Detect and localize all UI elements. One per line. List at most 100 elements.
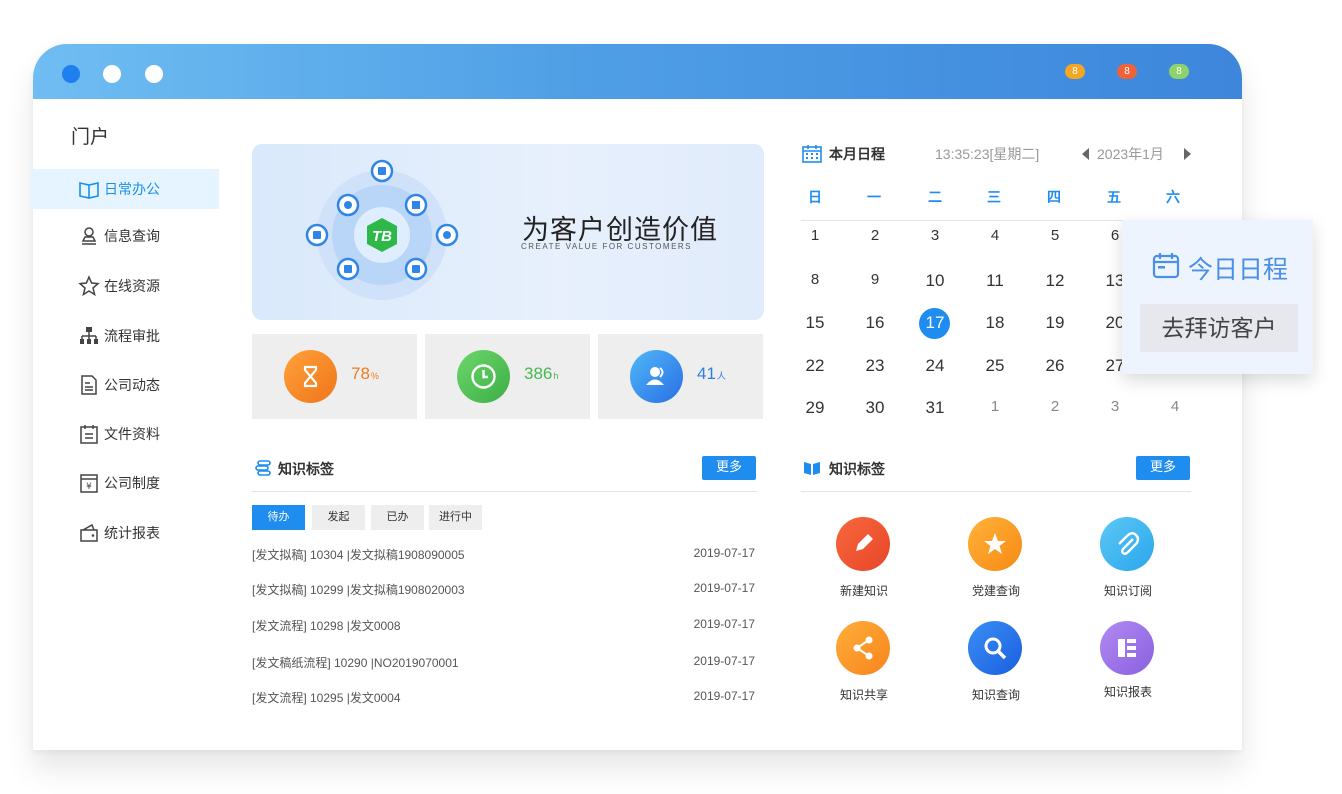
calendar-day[interactable]: 10	[915, 271, 955, 291]
list-item[interactable]: [发文稿纸流程] 10290 |NO2019070001 2019-07-17	[252, 654, 755, 671]
stat-unit: h	[553, 371, 559, 381]
notification-badge-orange[interactable]: 8	[1065, 64, 1085, 79]
divider	[801, 491, 1191, 492]
app-label: 知识查询	[971, 688, 1020, 702]
app-party-query[interactable]: 党建查询	[941, 517, 1051, 607]
app-knowledge-share[interactable]: 知识共享	[809, 621, 919, 711]
app-knowledge-subscribe[interactable]: 知识订阅	[1073, 517, 1183, 607]
sidebar-item-label: 文件资料	[104, 426, 160, 442]
sidebar-item-file-materials[interactable]: 文件资料	[30, 414, 219, 454]
notification-badge-red[interactable]: 8	[1117, 64, 1137, 79]
calendar-day[interactable]: 1	[795, 227, 835, 244]
calendar-day-next-month[interactable]: 1	[975, 398, 1015, 415]
app-knowledge-report[interactable]: 知识报表	[1073, 621, 1183, 711]
stat-unit: %	[370, 371, 379, 381]
window-dot-blue[interactable]	[62, 65, 80, 83]
star-icon	[78, 275, 100, 297]
wallet-icon	[80, 523, 98, 542]
sidebar-item-label: 公司制度	[104, 475, 160, 491]
paperclip-icon	[1100, 517, 1154, 571]
calendar-current-time: 13:35:23[星期二]	[935, 146, 1040, 162]
search-icon	[968, 621, 1022, 675]
sidebar-item-daily-office[interactable]: 日常办公	[30, 169, 219, 209]
sidebar-item-label: 公司动态	[104, 377, 160, 393]
calendar-day[interactable]: 22	[795, 356, 835, 376]
knowledge-list-more-button[interactable]: 更多	[702, 456, 756, 480]
tab-done[interactable]: 已办	[371, 505, 424, 530]
calendar-day[interactable]: 25	[975, 356, 1015, 376]
users-icon	[630, 350, 683, 403]
calendar-day[interactable]: 26	[1035, 356, 1075, 376]
pencil-icon	[836, 517, 890, 571]
calendar-day[interactable]: 15	[795, 313, 835, 333]
calendar-day[interactable]: 19	[1035, 313, 1075, 333]
list-item[interactable]: [发文拟稿] 10299 |发文拟稿1908020003 2019-07-17	[252, 581, 755, 598]
knowledge-apps-more-button[interactable]: 更多	[1136, 456, 1190, 480]
calendar-day[interactable]: 12	[1035, 271, 1075, 291]
next-month-icon[interactable]	[1182, 148, 1192, 160]
list-item[interactable]: [发文拟稿] 10304 |发文拟稿1908090005 2019-07-17	[252, 546, 755, 563]
sidebar-item-online-resources[interactable]: 在线资源	[30, 266, 219, 306]
calendar-day[interactable]: 29	[795, 398, 835, 418]
calendar-day[interactable]: 2	[855, 227, 895, 244]
calendar-day[interactable]: 30	[855, 398, 895, 418]
calendar-day[interactable]: 4	[975, 227, 1015, 244]
calendar-day[interactable]: 8	[795, 271, 835, 288]
app-label: 知识报表	[1103, 685, 1152, 699]
stat-card-hours[interactable]: 386h	[425, 334, 590, 419]
calendar-icon	[802, 145, 822, 163]
orbit-illustration: TB	[305, 159, 459, 300]
book-icon	[79, 182, 99, 199]
sidebar-item-company-news[interactable]: 公司动态	[30, 365, 219, 405]
tab-initiated[interactable]: 发起	[312, 505, 365, 530]
calendar-day[interactable]: 23	[855, 356, 895, 376]
sidebar-item-statistics[interactable]: 统计报表	[30, 513, 219, 553]
folder-list-icon	[80, 425, 98, 444]
list-item[interactable]: [发文流程] 10295 |发文0004 2019-07-17	[252, 689, 755, 706]
calendar-day-next-month[interactable]: 2	[1035, 398, 1075, 415]
today-schedule-popup[interactable]: 今日日程 去拜访客户	[1122, 220, 1313, 374]
window-dot-white[interactable]	[103, 65, 121, 83]
calendar-day-next-month[interactable]: 3	[1095, 398, 1135, 415]
yen-ledger-icon: ¥	[80, 474, 98, 493]
window-dot-white-2[interactable]	[145, 65, 163, 83]
list-section-icon	[255, 460, 271, 476]
sidebar-item-info-query[interactable]: 信息查询	[30, 216, 219, 256]
weekday-header: 二	[928, 189, 942, 205]
sidebar-item-approval[interactable]: 流程审批	[30, 316, 219, 356]
calendar-day[interactable]: 18	[975, 313, 1015, 333]
sidebar-item-label: 统计报表	[104, 525, 160, 541]
stat-card-progress[interactable]: 78%	[252, 334, 417, 419]
tb-logo-text: TB	[372, 228, 392, 245]
list-item[interactable]: [发文流程] 10298 |发文0008 2019-07-17	[252, 617, 755, 634]
sidebar-item-label: 在线资源	[104, 278, 160, 294]
calendar-day-next-month[interactable]: 4	[1155, 398, 1195, 415]
app-new-knowledge[interactable]: 新建知识	[809, 517, 919, 607]
app-label: 党建查询	[971, 584, 1020, 598]
calendar-day[interactable]: 11	[975, 271, 1015, 291]
app-window: 8 8 8 门户 日常办公 信息查询 在线资源 流程审批 公司动态 文件资料 ¥…	[30, 44, 1242, 750]
app-knowledge-search[interactable]: 知识查询	[941, 621, 1051, 711]
clock-icon	[457, 350, 510, 403]
sidebar-item-label: 信息查询	[104, 228, 160, 244]
popup-title: 今日日程	[1188, 256, 1289, 284]
knowledge-list-title: 知识标签	[278, 461, 334, 477]
calendar-day[interactable]: 31	[915, 398, 955, 418]
calendar-day[interactable]: 24	[915, 356, 955, 376]
stat-value: 78	[351, 364, 370, 383]
calendar-day[interactable]: 16	[855, 313, 895, 333]
sidebar-item-company-rules[interactable]: ¥ 公司制度	[30, 463, 219, 503]
list-item-text: [发文流程] 10298 |发文0008	[252, 619, 401, 633]
stat-unit: 人	[716, 371, 726, 381]
schedule-item[interactable]: 去拜访客户	[1140, 304, 1298, 352]
calendar-day[interactable]: 5	[1035, 227, 1075, 244]
calendar-day[interactable]: 3	[915, 227, 955, 244]
prev-month-icon[interactable]	[1081, 148, 1091, 160]
calendar-day[interactable]: 9	[855, 271, 895, 288]
tab-todo[interactable]: 待办	[252, 505, 305, 530]
stat-card-people[interactable]: 41人	[598, 334, 763, 419]
notification-badge-green[interactable]: 8	[1169, 64, 1189, 79]
calendar-day-selected[interactable]: 17	[915, 313, 955, 333]
tab-in-progress[interactable]: 进行中	[429, 505, 482, 530]
list-item-text: [发文流程] 10295 |发文0004	[252, 691, 401, 705]
